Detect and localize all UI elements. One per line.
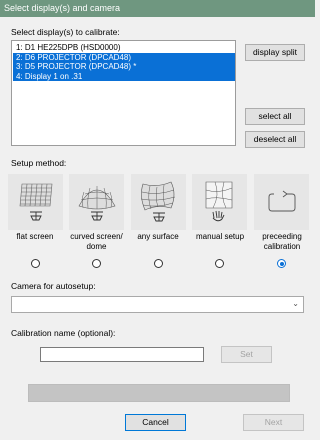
setup-method-label: Setup method: — [11, 158, 67, 168]
method-label-manual-setup: manual setup — [195, 232, 245, 241]
display-list-item[interactable]: 2: D6 PROJECTOR (DPCAD48) — [13, 52, 235, 62]
flat-screen-grid-icon — [19, 183, 52, 221]
camera-dropdown[interactable]: ⌄ — [11, 296, 304, 313]
manual-setup-radio[interactable] — [215, 259, 224, 268]
display-listbox[interactable]: 1: D1 HE225DPB (HSD0000) 2: D6 PROJECTOR… — [11, 40, 236, 146]
camera-label: Camera for autosetup: — [11, 281, 96, 291]
manual-setup-hand-icon — [205, 181, 232, 222]
chevron-down-icon[interactable]: ⌄ — [292, 299, 299, 308]
display-split-button[interactable]: display split — [245, 44, 305, 61]
flat-screen-radio[interactable] — [31, 259, 40, 268]
any-surface-method[interactable] — [131, 174, 186, 230]
display-list-item[interactable]: 3: D5 PROJECTOR (DPCAD48) * — [13, 62, 235, 72]
manual-setup-method[interactable] — [192, 174, 247, 230]
select-all-button[interactable]: select all — [245, 108, 305, 125]
cancel-button[interactable]: Cancel — [125, 414, 186, 431]
window-title: Select display(s) and camera — [0, 0, 315, 17]
set-button[interactable]: Set — [221, 346, 272, 363]
method-label-flat-screen: flat screen — [16, 232, 54, 241]
calibration-name-input[interactable] — [40, 347, 204, 362]
display-list-item[interactable]: 4: Display 1 on .31 — [13, 71, 235, 81]
dome-method[interactable] — [69, 174, 124, 230]
dome-grid-icon — [78, 186, 115, 221]
dome-radio[interactable] — [92, 259, 101, 268]
preceeding-calibration-arrow-icon — [268, 190, 295, 212]
progress-bar — [28, 384, 290, 402]
displays-label: Select display(s) to calibrate: — [11, 27, 120, 37]
preceeding-calibration-method[interactable] — [254, 174, 309, 230]
preceeding-calibration-radio[interactable] — [277, 259, 286, 268]
calibration-name-label: Calibration name (optional): — [11, 328, 116, 338]
any-surface-grid-icon — [140, 181, 175, 222]
method-label-any-surface: any surface — [137, 232, 179, 241]
next-button[interactable]: Next — [243, 414, 304, 431]
flat-screen-method[interactable] — [8, 174, 63, 230]
any-surface-radio[interactable] — [154, 259, 163, 268]
deselect-all-button[interactable]: deselect all — [245, 131, 305, 148]
method-label-preceeding-calibration: preceeding calibration — [262, 232, 302, 251]
display-list-item[interactable]: 1: D1 HE225DPB (HSD0000) — [13, 43, 235, 53]
method-label-dome: curved screen/ dome — [70, 232, 123, 251]
